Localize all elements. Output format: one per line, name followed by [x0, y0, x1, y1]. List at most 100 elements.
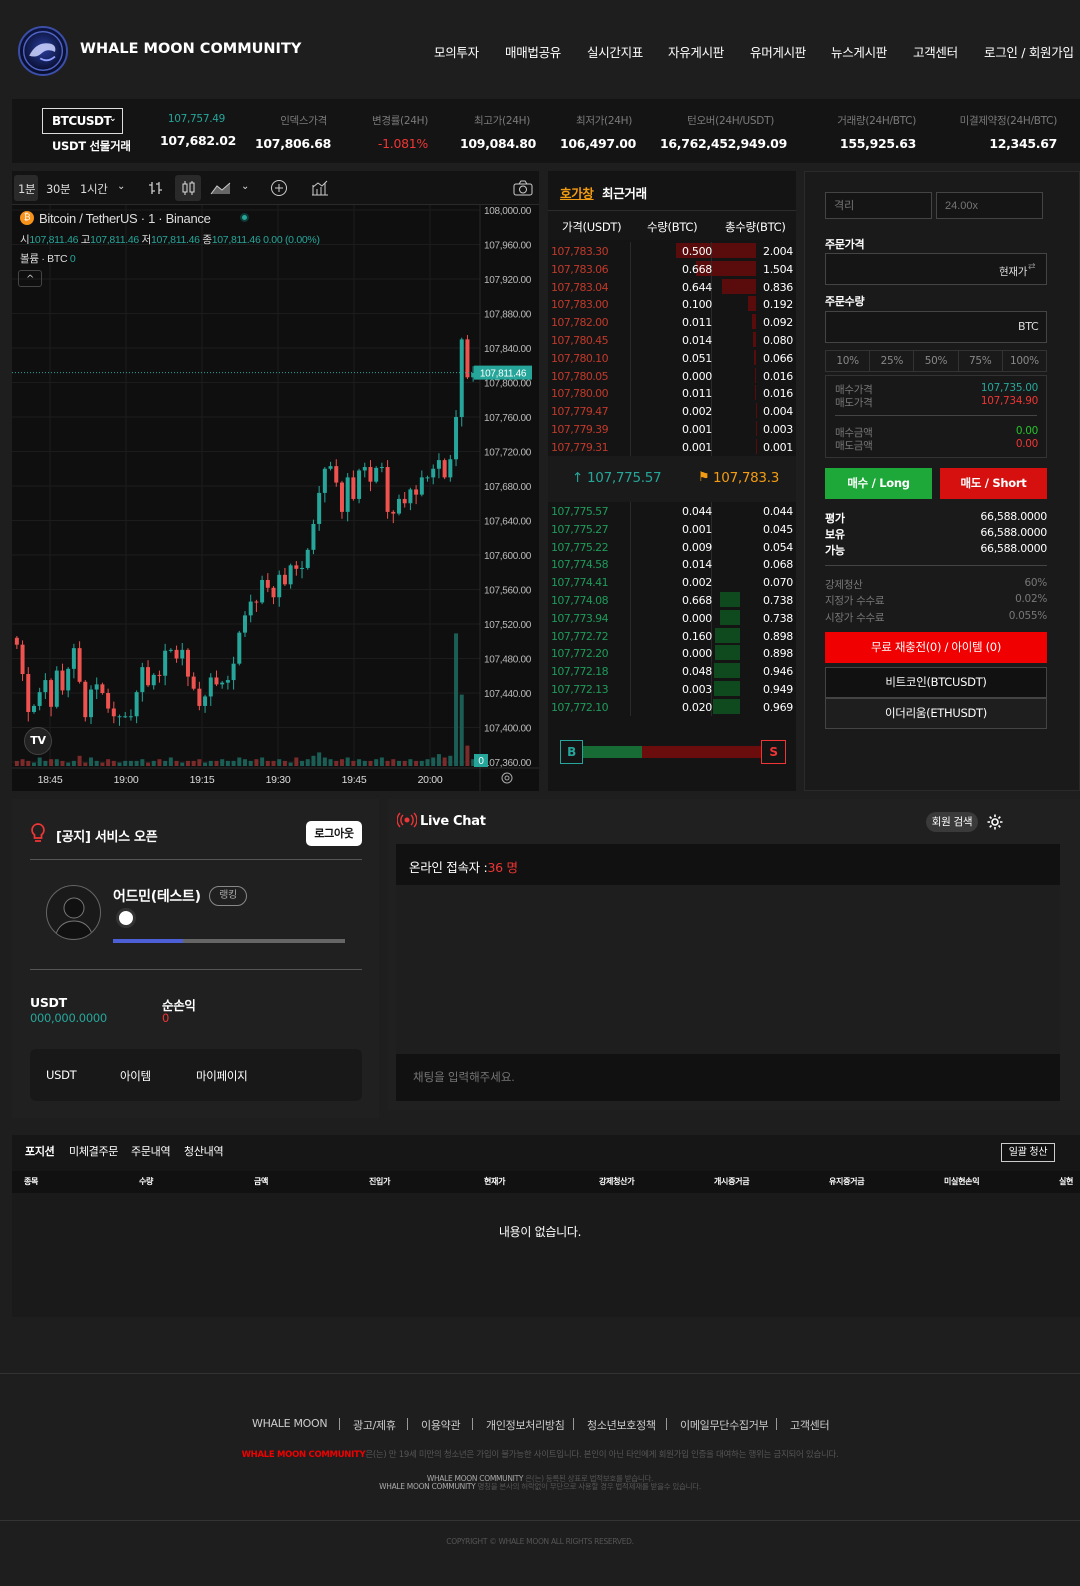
- bid-row[interactable]: 107,772.10 0.020 0.969: [548, 697, 796, 716]
- footer-link[interactable]: 고객센터: [790, 1417, 830, 1433]
- ask-row[interactable]: 107,780.10 0.051 0.066: [548, 348, 796, 367]
- bid-row[interactable]: 107,775.57 0.044 0.044: [548, 502, 796, 520]
- coin-ethusdt-button[interactable]: 이더리움(ETHUSDT): [825, 698, 1047, 729]
- tab-orderbook[interactable]: 호가창: [560, 183, 594, 202]
- interval-1m[interactable]: 1분: [18, 181, 36, 197]
- bar-style-icon[interactable]: [148, 180, 164, 196]
- swap-icon[interactable]: ⇄: [1028, 262, 1036, 272]
- tab-mypage[interactable]: 마이페이지: [196, 1068, 248, 1084]
- bid-row[interactable]: 107,772.20 0.000 0.898: [548, 644, 796, 663]
- tab-usdt[interactable]: USDT: [46, 1068, 77, 1082]
- candle-body: [414, 489, 419, 495]
- ranking-badge[interactable]: 랭킹: [209, 886, 247, 906]
- nav-mock-invest[interactable]: 모의투자: [434, 42, 479, 61]
- gear-icon[interactable]: [986, 813, 1004, 831]
- tab-open-orders[interactable]: 미체결주문: [69, 1143, 118, 1159]
- nav-customer-center[interactable]: 고객센터: [913, 42, 958, 61]
- ask-row[interactable]: 107,780.45 0.014 0.080: [548, 331, 796, 349]
- ask-row[interactable]: 107,780.05 0.000 0.016: [548, 366, 796, 385]
- pct-75[interactable]: 75%: [959, 351, 1003, 371]
- add-indicator-icon[interactable]: [270, 179, 288, 197]
- notice-title[interactable]: [공지] 서비스 오픈: [56, 826, 158, 845]
- chat-input[interactable]: [396, 1054, 1060, 1101]
- bid-row[interactable]: 107,774.41 0.002 0.070: [548, 573, 796, 591]
- bid-row[interactable]: 107,772.13 0.003 0.949: [548, 680, 796, 698]
- footer-link[interactable]: 이용약관: [421, 1417, 461, 1433]
- position-col-header: 금액: [254, 1177, 269, 1186]
- bid-row[interactable]: 107,774.58 0.014 0.068: [548, 555, 796, 574]
- leverage-input[interactable]: [936, 192, 1043, 219]
- tab-order-history[interactable]: 주문내역: [131, 1143, 171, 1159]
- candle-body: [128, 716, 133, 718]
- pct-25[interactable]: 25%: [870, 351, 915, 371]
- ask-row[interactable]: 107,783.30 0.500 2.004: [548, 242, 796, 260]
- margin-mode-input[interactable]: [825, 192, 932, 219]
- footer-link[interactable]: 청소년보호정책: [587, 1417, 656, 1433]
- ask-qty: 0.000: [682, 369, 712, 383]
- buy-long-button[interactable]: 매수 / Long: [825, 468, 932, 499]
- collapse-legend-button[interactable]: ^: [18, 270, 42, 287]
- tab-liquidation-history[interactable]: 청산내역: [184, 1143, 224, 1159]
- interval-1h[interactable]: 1시간: [80, 181, 108, 197]
- ask-row[interactable]: 107,783.04 0.644 0.836: [548, 277, 796, 296]
- symbol-select[interactable]: BTCUSDT ⌄: [42, 108, 123, 134]
- ask-row[interactable]: 107,783.06 0.668 1.504: [548, 259, 796, 278]
- footer-link[interactable]: 이메일무단수집거부: [680, 1417, 769, 1433]
- member-search-button[interactable]: 회원 검색: [926, 812, 978, 832]
- brand-name[interactable]: WHALE MOON COMMUNITY: [80, 41, 301, 57]
- order-qty-input[interactable]: [825, 311, 1047, 343]
- tab-positions[interactable]: 포지션: [25, 1143, 55, 1159]
- ask-row[interactable]: 107,779.47 0.002 0.004: [548, 402, 796, 420]
- col-divider: [630, 662, 631, 680]
- bid-row[interactable]: 107,773.94 0.000 0.738: [548, 608, 796, 627]
- area-chart-icon[interactable]: [210, 180, 232, 196]
- footer-link[interactable]: WHALE MOON: [252, 1417, 328, 1430]
- level-toggle[interactable]: [116, 908, 136, 928]
- change-value: 0.00 (0.00%): [263, 234, 320, 246]
- ask-row[interactable]: 107,783.00 0.100 0.192: [548, 295, 796, 314]
- chevron-down-icon[interactable]: ⌄: [117, 181, 125, 192]
- ask-row[interactable]: 107,782.00 0.011 0.092: [548, 313, 796, 331]
- interval-30m[interactable]: 30분: [46, 181, 71, 197]
- chat-messages-area[interactable]: [396, 885, 1060, 1054]
- indicators-icon[interactable]: [311, 179, 329, 197]
- avatar[interactable]: [46, 885, 101, 940]
- chevron-down-icon[interactable]: ⌄: [241, 181, 249, 192]
- nav-realtime-indicator[interactable]: 실시간지표: [587, 42, 643, 61]
- footer-link[interactable]: 광고/제휴: [353, 1417, 396, 1433]
- pct-100[interactable]: 100%: [1003, 351, 1046, 371]
- sell-short-button[interactable]: 매도 / Short: [940, 468, 1047, 499]
- bid-row[interactable]: 107,772.72 0.160 0.898: [548, 626, 796, 645]
- logo[interactable]: [18, 26, 68, 76]
- separator: [666, 1418, 667, 1430]
- bid-row[interactable]: 107,775.22 0.009 0.054: [548, 537, 796, 556]
- nav-free-board[interactable]: 자유게시판: [668, 42, 724, 61]
- candles-icon[interactable]: [180, 180, 196, 196]
- footer-link[interactable]: 개인정보처리방침: [486, 1417, 565, 1433]
- nav-login-signup[interactable]: 로그인 / 회원가입: [984, 42, 1074, 61]
- position-col-header: 종목: [24, 1177, 39, 1186]
- bid-row[interactable]: 107,775.27 0.001 0.045: [548, 519, 796, 538]
- price-chart-canvas[interactable]: 108,000.00 107,960.00 107,920.00 107,880.00…: [12, 205, 539, 791]
- tradingview-logo-icon[interactable]: TV: [24, 727, 52, 755]
- free-recharge-button[interactable]: 무료 재충전(0) / 아이템 (0): [825, 632, 1047, 663]
- pct-10[interactable]: 10%: [826, 351, 871, 371]
- bid-row[interactable]: 107,772.18 0.048 0.946: [548, 662, 796, 680]
- nav-news-board[interactable]: 뉴스게시판: [831, 42, 887, 61]
- settings-gear-icon[interactable]: [500, 771, 514, 785]
- tab-recent-trades[interactable]: 최근거래: [602, 183, 647, 202]
- ask-row[interactable]: 107,779.39 0.001 0.003: [548, 420, 796, 438]
- close-all-button[interactable]: 일괄 청산: [1001, 1143, 1055, 1162]
- nav-trading-share[interactable]: 매매법공유: [505, 42, 561, 61]
- camera-icon[interactable]: [513, 180, 533, 196]
- pct-50[interactable]: 50%: [914, 351, 959, 371]
- coin-btcusdt-button[interactable]: 비트코인(BTCUSDT): [825, 667, 1047, 698]
- ask-row[interactable]: 107,780.00 0.011 0.016: [548, 384, 796, 403]
- ask-row[interactable]: 107,779.31 0.001 0.001: [548, 437, 796, 456]
- tab-items[interactable]: 아이템: [120, 1068, 151, 1084]
- y-tick-label: 107,360.00: [484, 758, 532, 769]
- nav-humor-board[interactable]: 유머게시판: [750, 42, 806, 61]
- bid-row[interactable]: 107,774.08 0.668 0.738: [548, 591, 796, 609]
- volume-bar: [163, 760, 168, 766]
- logout-button[interactable]: 로그아웃: [306, 821, 362, 846]
